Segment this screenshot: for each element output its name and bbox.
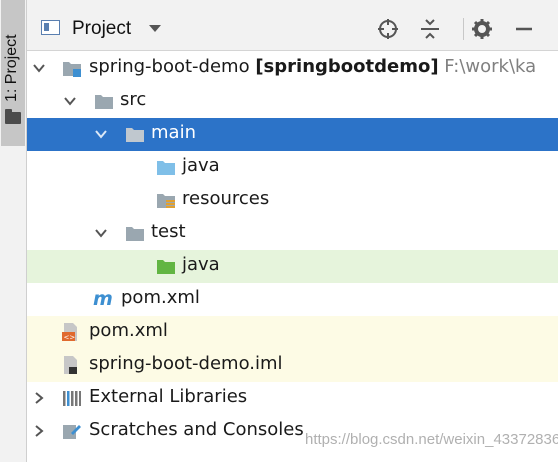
maven-icon: m [93, 288, 115, 308]
test-source-folder-icon [155, 256, 177, 276]
tree-item-test[interactable]: test [27, 217, 558, 250]
project-tool-tab-label: 1: Project [3, 34, 20, 102]
library-icon [61, 388, 83, 408]
main-label: main [151, 122, 196, 143]
project-folder-icon [5, 109, 21, 124]
scratches-label: Scratches and Consoles [89, 419, 304, 440]
iml-file-icon [61, 355, 83, 375]
view-selector-title[interactable]: Project [72, 18, 131, 40]
resources-label: resources [182, 188, 270, 209]
chevron-right-icon[interactable] [31, 390, 47, 406]
settings-gear-icon[interactable] [469, 16, 495, 42]
watermark: https://blog.csdn.net/weixin_43372836 [305, 431, 558, 448]
main-java-label: java [182, 155, 220, 176]
tree-item-external-libraries[interactable]: External Libraries [27, 382, 558, 415]
tree-item-test-java[interactable]: java [27, 250, 558, 283]
tree-item-src[interactable]: src [27, 85, 558, 118]
toolbar-separator [463, 18, 464, 40]
folder-icon [124, 124, 146, 144]
module-folder-icon [61, 58, 83, 78]
external-libraries-label: External Libraries [89, 386, 248, 407]
chevron-down-icon[interactable] [93, 126, 109, 142]
folder-icon [93, 91, 115, 111]
chevron-down-icon[interactable] [31, 60, 47, 76]
chevron-down-icon[interactable] [93, 225, 109, 241]
collapse-all-icon[interactable] [417, 16, 443, 42]
scratches-icon [61, 421, 83, 441]
source-folder-icon [155, 157, 177, 177]
iml-label: spring-boot-demo.iml [89, 353, 283, 374]
project-toolbar: Project [27, 0, 558, 51]
root-module-name: spring-boot-demo [89, 56, 250, 77]
test-java-label: java [182, 254, 220, 275]
project-view-icon [41, 20, 60, 35]
chevron-right-icon[interactable] [31, 423, 47, 439]
src-label: src [120, 89, 147, 110]
folder-icon [124, 223, 146, 243]
resources-folder-icon [155, 190, 177, 210]
pom-maven-label: pom.xml [121, 287, 200, 308]
svg-text:m: m [93, 288, 113, 308]
chevron-down-icon[interactable] [62, 93, 78, 109]
tree-item-iml[interactable]: spring-boot-demo.iml [27, 349, 558, 382]
tool-window-strip: 1: Project [0, 0, 27, 462]
hide-icon[interactable] [511, 16, 537, 42]
tree-item-pom-maven[interactable]: m pom.xml [27, 283, 558, 316]
svg-text:<>: <> [64, 334, 76, 342]
pom-xml-label: pom.xml [89, 320, 168, 341]
root-module-id: [springbootdemo] [255, 56, 439, 77]
tree-item-pom-xml[interactable]: <> pom.xml [27, 316, 558, 349]
tree-item-main-java[interactable]: java [27, 151, 558, 184]
xml-file-icon: <> [61, 322, 83, 342]
test-label: test [151, 221, 186, 242]
locate-icon[interactable] [375, 16, 401, 42]
chevron-down-icon[interactable] [149, 25, 161, 32]
project-tree: spring-boot-demo [springbootdemo] F:\wor… [27, 51, 558, 462]
tree-item-resources[interactable]: resources [27, 184, 558, 217]
tree-item-main[interactable]: main [27, 118, 558, 151]
root-module-path: F:\work\ka [444, 56, 537, 77]
tree-item-root-module[interactable]: spring-boot-demo [springbootdemo] F:\wor… [27, 52, 558, 85]
project-tool-tab[interactable]: 1: Project [1, 0, 25, 146]
